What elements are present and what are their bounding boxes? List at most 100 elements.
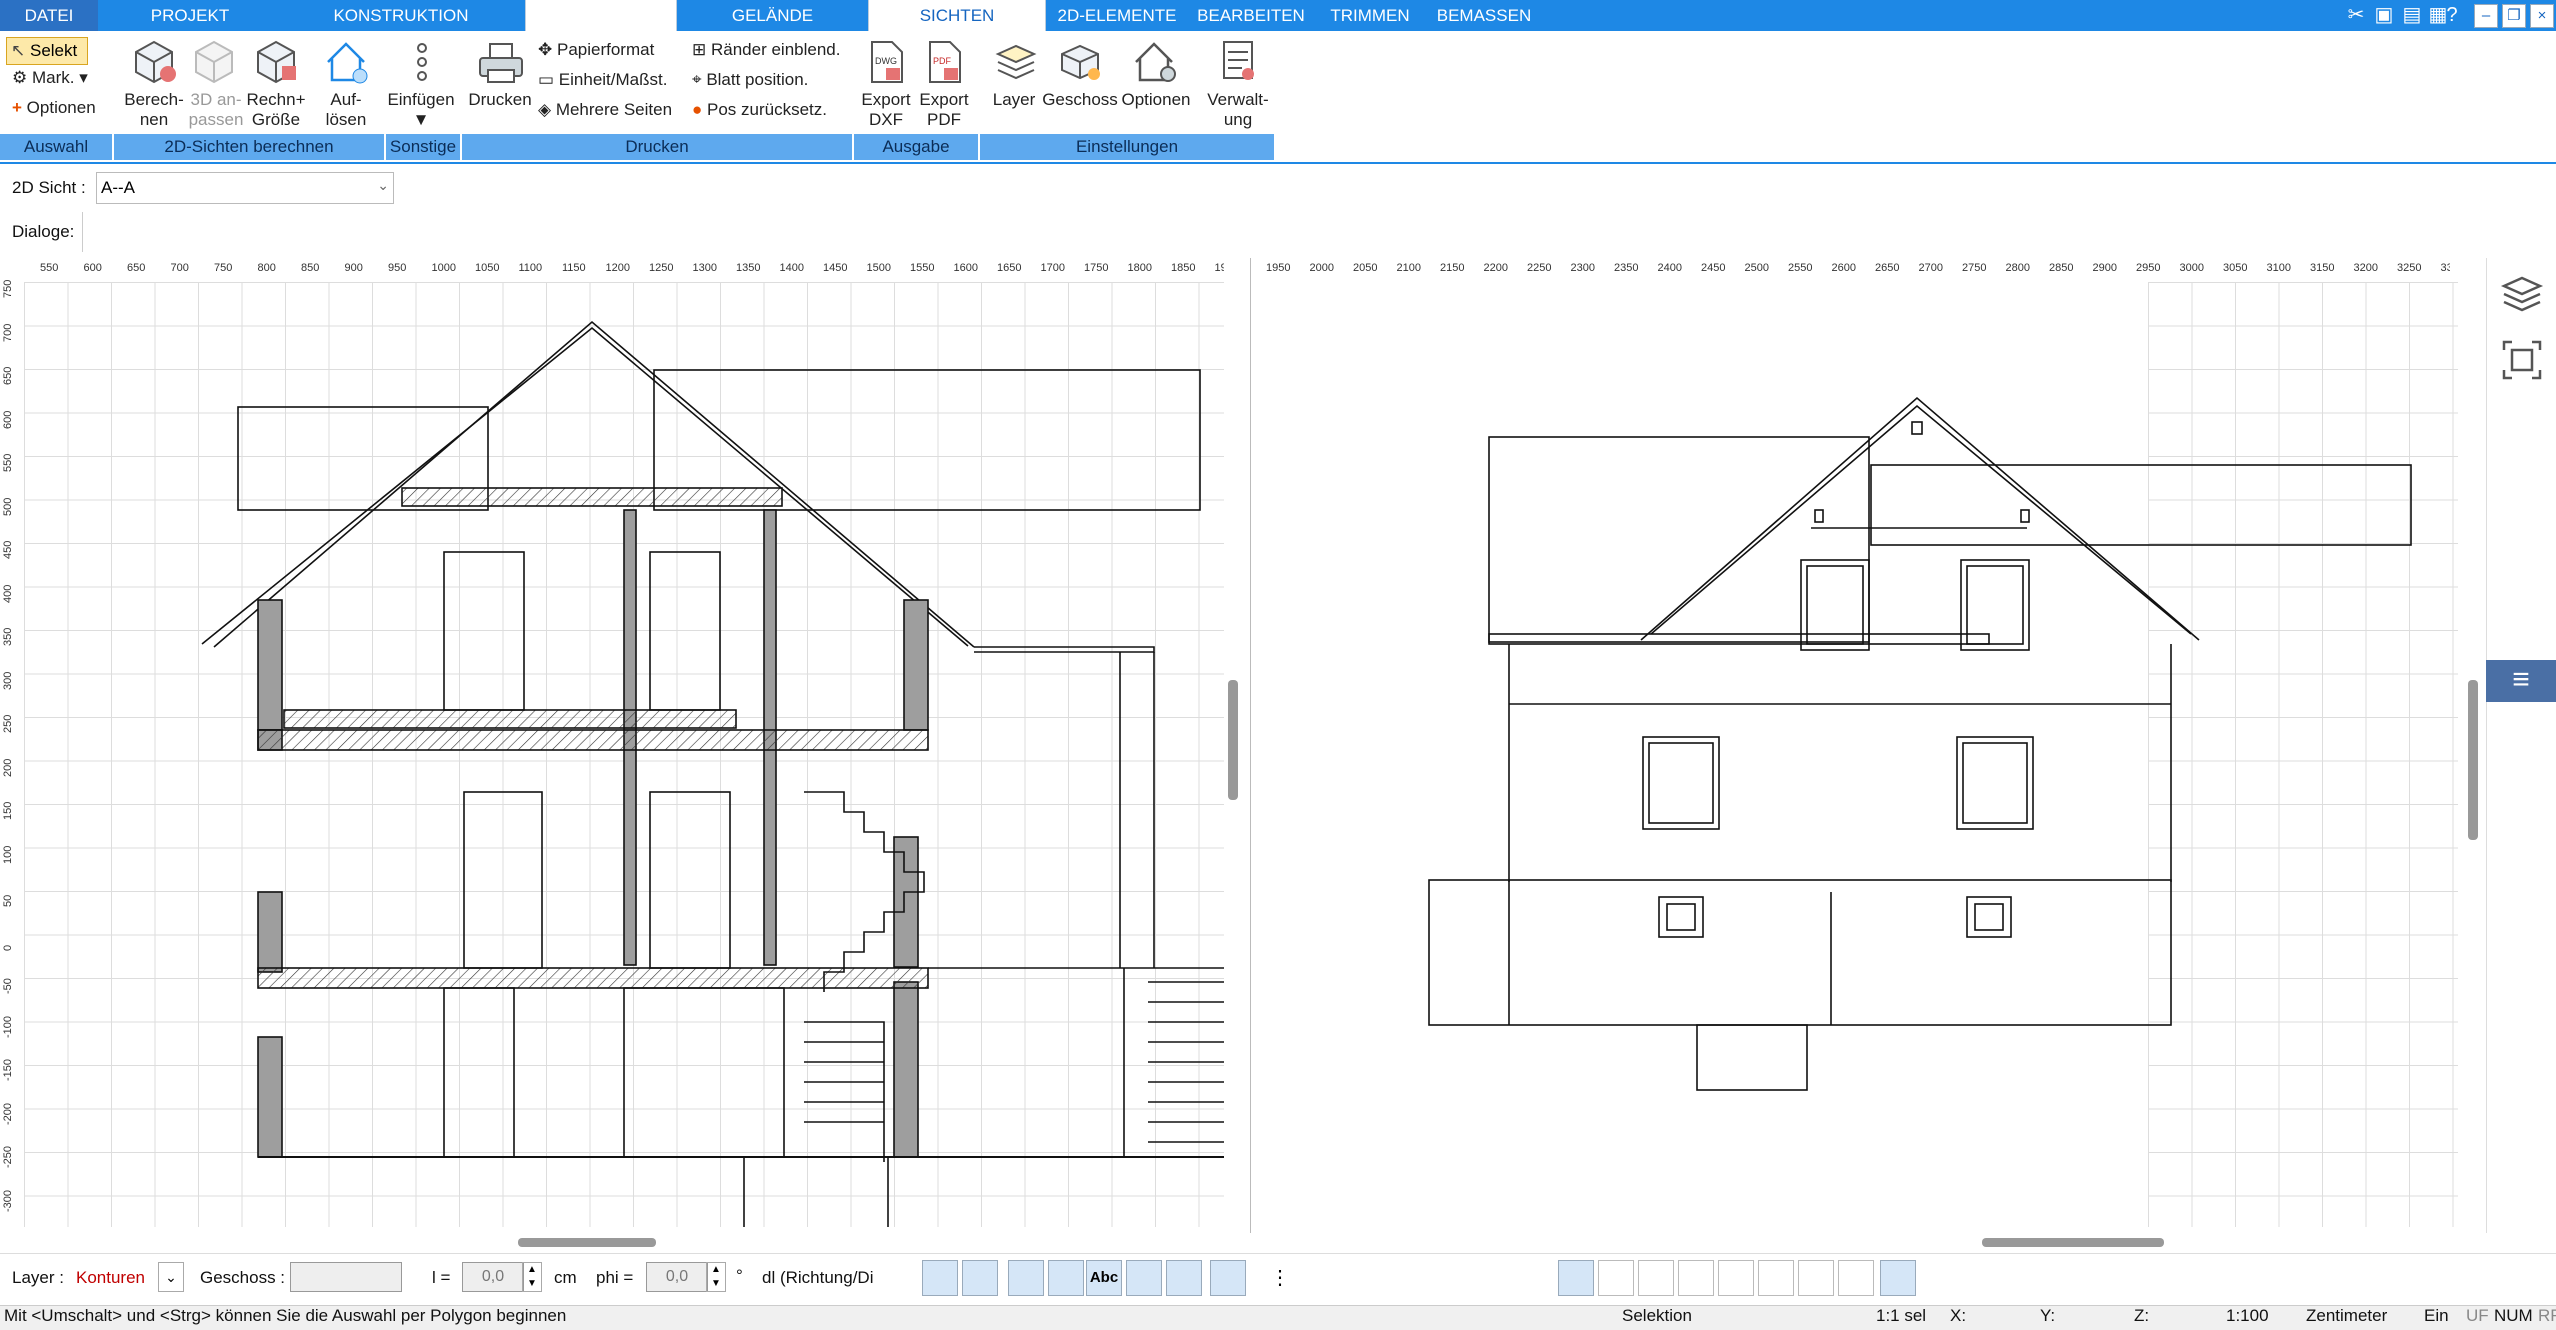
drucken-button[interactable]: Drucken — [462, 90, 538, 110]
raender-button[interactable]: ⊞ Ränder einblend. — [692, 40, 840, 60]
dialog-area — [82, 212, 2556, 252]
status-ein: Ein — [2424, 1306, 2449, 1325]
ruler-tick: -100 — [2, 1015, 14, 1038]
group-einstellungen: Einstellungen — [980, 134, 1276, 160]
phi-label: phi = — [596, 1268, 634, 1287]
geschoss-select[interactable] — [290, 1262, 402, 1292]
mark-button[interactable]: ⚙ Mark. ▾ — [12, 68, 88, 88]
mark-icon: ⚙ — [12, 68, 28, 87]
snap-center-icon[interactable] — [1798, 1260, 1834, 1296]
layer-dropdown-icon[interactable]: ⌄ — [158, 1262, 184, 1292]
aufloesen-button[interactable]: Auf- lösen — [310, 90, 382, 130]
einheit-button[interactable]: ▭ Einheit/Maßst. — [538, 70, 667, 90]
ruler-tick: 950 — [388, 262, 407, 274]
ruler-tick: 350 — [2, 627, 14, 646]
optionen-button[interactable]: Optionen — [1116, 90, 1196, 110]
rechn-groesse-button[interactable]: Rechn+ Größe — [240, 90, 312, 130]
snap-midpoint-icon[interactable] — [1838, 1260, 1874, 1296]
scrollbar-v-left[interactable] — [1228, 680, 1238, 800]
l-stepper[interactable]: ▲ ▼ — [522, 1262, 542, 1292]
ruler-tick: 450 — [2, 540, 14, 559]
text-tool-button[interactable]: Abc — [1086, 1260, 1122, 1296]
scrollbar-h-right[interactable] — [1982, 1238, 2164, 1247]
ruler-tick: 2150 — [1440, 262, 1465, 274]
layer-button[interactable]: Layer — [984, 90, 1044, 110]
export-pdf-button[interactable]: Export PDF — [910, 90, 978, 130]
blatt-position-button[interactable]: ⌖ Blatt position. — [692, 70, 808, 90]
window-icon[interactable]: ▣ — [2372, 3, 2396, 27]
menu-toggle[interactable]: ≡ — [2486, 660, 2556, 702]
ruler-tick: -150 — [2, 1058, 14, 1081]
snap-image-icon[interactable] — [1718, 1260, 1754, 1296]
l-input[interactable]: 0,0 — [462, 1262, 524, 1292]
help-icon[interactable]: ? — [2440, 3, 2464, 27]
tab-bearbeiten[interactable]: BEARBEITEN — [1192, 0, 1310, 31]
ruler-tick: 2950 — [2136, 262, 2161, 274]
linewidth-tool-icon[interactable] — [1008, 1260, 1044, 1296]
cube-adjust-icon — [195, 40, 233, 84]
layout-icon[interactable]: ▤ — [2400, 3, 2424, 27]
hatch-tool-icon[interactable] — [922, 1260, 958, 1296]
options-button[interactable]: + Optionen — [12, 98, 96, 118]
ruler-tick: 3050 — [2223, 262, 2248, 274]
status-num: NUM — [2494, 1306, 2533, 1325]
cube-size-icon — [257, 40, 296, 84]
tab-datei[interactable]: DATEI — [0, 0, 98, 31]
chevron-down-icon: ⌄ — [377, 177, 389, 193]
papierformat-label: Papierformat — [556, 40, 655, 59]
snap-line-icon[interactable] — [1558, 1260, 1594, 1296]
minimize-icon[interactable]: – — [2474, 4, 2498, 28]
tab-sichten[interactable]: SICHTEN — [868, 0, 1046, 31]
tab-trimmen[interactable]: TRIMMEN — [1320, 0, 1420, 31]
geschoss-button[interactable]: Geschoss — [1040, 90, 1120, 110]
ruler-tick: 850 — [301, 262, 320, 274]
printer-icon — [479, 43, 523, 83]
tab-bemassen[interactable]: BEMASSEN — [1428, 0, 1540, 31]
ruler-tick: 1800 — [1127, 262, 1152, 274]
einfuegen-button[interactable]: Einfügen ▼ — [378, 90, 464, 130]
snap-node-icon[interactable] — [1678, 1260, 1714, 1296]
phi-input[interactable]: 0,0 — [646, 1262, 708, 1292]
fit-view-icon[interactable] — [2500, 338, 2544, 382]
snap-window-icon[interactable] — [1638, 1260, 1674, 1296]
snap-wall-icon[interactable] — [1598, 1260, 1634, 1296]
phi-stepper[interactable]: ▲ ▼ — [706, 1262, 726, 1292]
snap-off-icon[interactable] — [1970, 1260, 2006, 1296]
close-icon[interactable]: × — [2530, 4, 2554, 28]
tab-gelaende[interactable]: GELÄNDE — [710, 0, 835, 31]
ruler-tick: 600 — [2, 410, 14, 429]
dimension-tool-icon[interactable] — [1126, 1260, 1162, 1296]
tab-blank[interactable] — [525, 0, 677, 31]
fill-tool-icon[interactable] — [962, 1260, 998, 1296]
ruler-tick: 2600 — [1831, 262, 1856, 274]
verwaltung-button[interactable]: Verwalt- ung — [1198, 90, 1278, 130]
pos-zuruecksetzen-button[interactable]: ● Pos zurücksetz. — [692, 100, 827, 120]
snap-free-icon[interactable] — [1926, 1260, 1962, 1296]
tab-2d-elemente[interactable]: 2D-ELEMENTE — [1052, 0, 1182, 31]
snap-corner-icon[interactable] — [1758, 1260, 1794, 1296]
mehrere-seiten-label: Mehrere Seiten — [555, 100, 673, 119]
restore-icon[interactable]: ❐ — [2502, 4, 2526, 28]
scrollbar-h-left[interactable] — [518, 1238, 656, 1247]
view-select[interactable]: A--A ⌄ — [96, 172, 394, 204]
scrollbar-v-right[interactable] — [2468, 680, 2478, 840]
linetype-tool-icon[interactable] — [1048, 1260, 1084, 1296]
tab-konstruktion[interactable]: KONSTRUKTION — [320, 0, 482, 31]
frame-tool-icon[interactable] — [1166, 1260, 1202, 1296]
view-select-value: A--A — [101, 178, 135, 197]
ruler-tick: 100 — [2, 845, 14, 864]
select-frame-tool-icon[interactable] — [1210, 1260, 1246, 1296]
layers-panel-icon[interactable] — [2500, 272, 2544, 316]
ruler-tick: 2100 — [1396, 262, 1421, 274]
tab-projekt[interactable]: PROJEKT — [130, 0, 250, 31]
aufloesen-line1: Auf- — [330, 90, 362, 109]
mehrere-seiten-button[interactable]: ◈ Mehrere Seiten — [538, 100, 672, 120]
papierformat-button[interactable]: ✥ Papierformat — [538, 40, 654, 60]
layer-value[interactable]: Konturen — [76, 1268, 145, 1288]
ruler-tick: 2200 — [1483, 262, 1508, 274]
snap-grid-icon[interactable] — [1880, 1260, 1916, 1296]
select-button[interactable]: ↖ Selekt — [6, 37, 88, 65]
tools-icon[interactable]: ✂ — [2344, 3, 2368, 27]
more-vertical-icon[interactable]: ⋮ — [1262, 1260, 1298, 1296]
direction-select[interactable]: dl (Richtung/Di — [762, 1268, 874, 1288]
